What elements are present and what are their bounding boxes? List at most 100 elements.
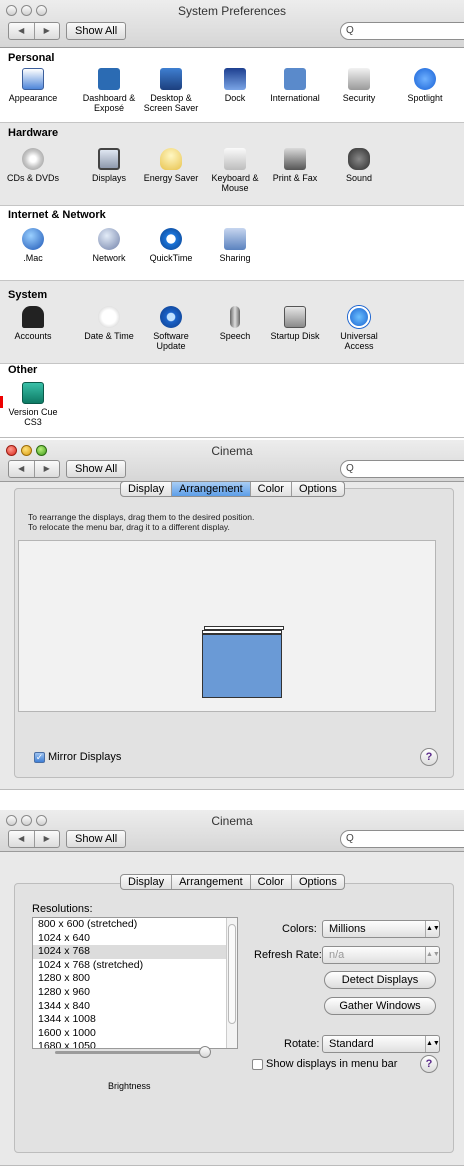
section-title: Other — [8, 364, 38, 376]
forward-arrow-icon[interactable]: ▶ — [35, 831, 60, 847]
tab-display[interactable]: Display — [121, 482, 173, 496]
pane-desktop-screensaver[interactable]: Desktop & Screen Saver — [138, 68, 204, 113]
detect-displays-button[interactable]: Detect Displays — [324, 971, 436, 989]
pane-mac[interactable]: .Mac — [0, 228, 66, 263]
resolutions-label: Resolutions: — [32, 903, 93, 915]
tab-bar: Display Arrangement Color Options — [120, 481, 345, 497]
tab-arrangement[interactable]: Arrangement — [172, 875, 251, 889]
pane-dock[interactable]: Dock — [202, 68, 268, 103]
brightness-slider-knob[interactable] — [199, 1046, 211, 1058]
tab-options[interactable]: Options — [292, 875, 344, 889]
pane-appearance[interactable]: Appearance — [0, 68, 66, 103]
search-input[interactable]: Q — [340, 460, 464, 478]
section-title: Hardware — [8, 127, 59, 139]
pane-speech[interactable]: Speech — [202, 306, 268, 341]
list-item[interactable]: 1024 x 768 (stretched) — [33, 959, 237, 973]
show-displays-checkbox[interactable] — [252, 1059, 263, 1070]
keyboard-mouse-icon — [224, 148, 246, 170]
back-arrow-icon[interactable]: ◀ — [9, 23, 35, 39]
pane-version-cue[interactable]: Version Cue CS3 — [0, 382, 66, 427]
refresh-rate-label: Refresh Rate: — [254, 949, 322, 961]
pane-security[interactable]: Security — [326, 68, 392, 103]
chevron-updown-icon: ▲▼ — [425, 1036, 440, 1052]
help-button[interactable]: ? — [420, 1055, 438, 1073]
pane-sharing[interactable]: Sharing — [202, 228, 268, 263]
show-displays-label: Show displays in menu bar — [266, 1058, 398, 1070]
back-arrow-icon[interactable]: ◀ — [9, 831, 35, 847]
brightness-slider-track[interactable] — [55, 1051, 207, 1054]
resolutions-list[interactable]: 800 x 600 (stretched) 1024 x 640 1024 x … — [32, 917, 238, 1049]
back-forward-buttons[interactable]: ◀ ▶ — [8, 22, 60, 40]
show-all-button[interactable]: Show All — [66, 460, 127, 478]
pane-international[interactable]: International — [262, 68, 328, 103]
display-thumbnail[interactable] — [202, 634, 282, 698]
pane-displays[interactable]: Displays — [76, 148, 142, 183]
refresh-rate-select[interactable]: n/a ▲▼ — [322, 946, 440, 964]
pane-accounts[interactable]: Accounts — [0, 306, 66, 341]
tab-arrangement[interactable]: Arrangement — [172, 482, 251, 496]
monitor-icon — [98, 148, 120, 170]
tab-options[interactable]: Options — [292, 482, 344, 496]
gather-windows-button[interactable]: Gather Windows — [324, 997, 436, 1015]
window-title: Cinema — [211, 814, 253, 828]
list-item[interactable]: 1024 x 640 — [33, 932, 237, 946]
pane-quicktime[interactable]: QuickTime — [138, 228, 204, 263]
pane-universal-access[interactable]: Universal Access — [326, 306, 392, 351]
pane-network[interactable]: Network — [76, 228, 142, 263]
pane-startup-disk[interactable]: Startup Disk — [262, 306, 328, 341]
clock-calendar-icon — [98, 306, 120, 328]
accounts-icon — [22, 306, 44, 328]
pane-print-fax[interactable]: Print & Fax — [262, 148, 328, 183]
pane-software-update[interactable]: Software Update — [138, 306, 204, 351]
tab-color[interactable]: Color — [251, 875, 292, 889]
colors-select[interactable]: Millions ▲▼ — [322, 920, 440, 938]
desktop-icon — [160, 68, 182, 90]
scroll-thumb[interactable] — [228, 924, 236, 1024]
window-title: Cinema — [211, 444, 253, 458]
un-flag-icon — [284, 68, 306, 90]
pane-dashboard-expose[interactable]: Dashboard & Exposé — [76, 68, 142, 113]
sharing-folder-icon — [224, 228, 246, 250]
dashboard-icon — [98, 68, 120, 90]
pane-sound[interactable]: Sound — [326, 148, 392, 183]
section-title: Internet & Network — [8, 209, 106, 221]
list-item[interactable]: 800 x 600 (stretched) — [33, 918, 237, 932]
list-item[interactable]: 1344 x 840 — [33, 1000, 237, 1014]
printer-icon — [284, 148, 306, 170]
rotate-label: Rotate: — [284, 1038, 320, 1050]
back-forward-buttons[interactable]: ◀ ▶ — [8, 830, 60, 848]
list-item[interactable]: 1280 x 800 — [33, 972, 237, 986]
scrollbar[interactable] — [226, 918, 237, 1048]
forward-arrow-icon[interactable]: ▶ — [35, 23, 60, 39]
help-button[interactable]: ? — [420, 748, 438, 766]
system-preferences-window: System Preferences ◀ ▶ Show All Q Person… — [0, 0, 464, 438]
show-all-button[interactable]: Show All — [66, 830, 127, 848]
list-item-selected[interactable]: 1024 x 768 — [33, 945, 237, 959]
mirror-displays-label: Mirror Displays — [48, 751, 122, 763]
colors-label: Colors: — [282, 923, 317, 935]
list-item[interactable]: 1344 x 1008 — [33, 1013, 237, 1027]
back-forward-buttons[interactable]: ◀ ▶ — [8, 460, 60, 478]
pane-spotlight[interactable]: Spotlight — [392, 68, 458, 103]
tab-display[interactable]: Display — [121, 875, 173, 889]
pane-keyboard-mouse[interactable]: Keyboard & Mouse — [202, 148, 268, 193]
search-input[interactable]: Q — [340, 830, 464, 848]
back-arrow-icon[interactable]: ◀ — [9, 461, 35, 477]
spotlight-icon — [414, 68, 436, 90]
brightness-label: Brightness — [108, 1081, 151, 1091]
mirror-displays-checkbox[interactable]: ✓ — [34, 752, 45, 763]
pane-date-time[interactable]: Date & Time — [76, 306, 142, 341]
lightbulb-icon — [160, 148, 182, 170]
forward-arrow-icon[interactable]: ▶ — [35, 461, 60, 477]
show-all-button[interactable]: Show All — [66, 22, 127, 40]
titlebar: System Preferences ◀ ▶ Show All Q — [0, 0, 464, 48]
rotate-select[interactable]: Standard ▲▼ — [322, 1035, 440, 1053]
pane-energy-saver[interactable]: Energy Saver — [138, 148, 204, 183]
tab-color[interactable]: Color — [251, 482, 292, 496]
search-input[interactable]: Q — [340, 22, 464, 40]
pane-cds-dvds[interactable]: CDs & DVDs — [0, 148, 66, 183]
accessibility-icon — [348, 306, 370, 328]
list-item[interactable]: 1600 x 1000 — [33, 1027, 237, 1041]
hard-disk-icon — [284, 306, 306, 328]
list-item[interactable]: 1280 x 960 — [33, 986, 237, 1000]
